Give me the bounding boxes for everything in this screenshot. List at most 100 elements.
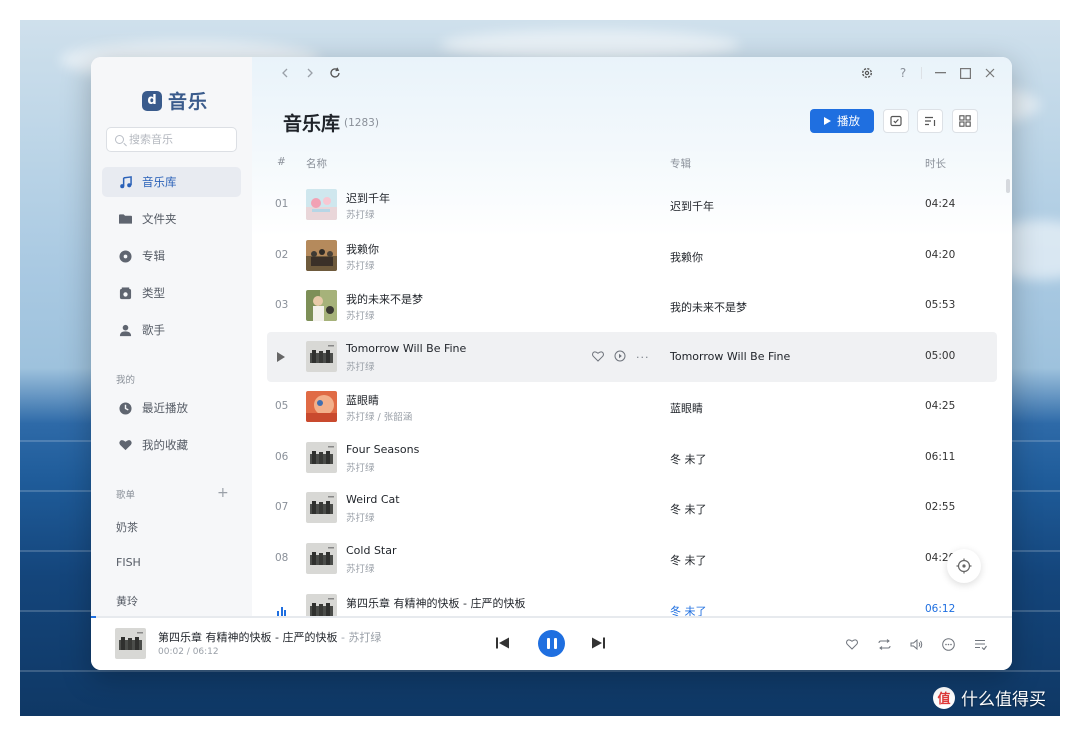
track-artist[interactable]: 苏打绿 — [346, 561, 375, 575]
track-row[interactable]: 08 Cold Star 苏打绿 冬 未了 04:20 — [267, 534, 997, 584]
maximize-icon[interactable] — [957, 65, 973, 81]
refresh-icon[interactable] — [327, 65, 343, 81]
sidebar-item-library[interactable]: 音乐库 — [102, 167, 241, 197]
sidebar-item-genres[interactable]: 类型 — [102, 278, 241, 308]
help-icon[interactable]: ? — [895, 65, 911, 81]
heart-icon — [118, 438, 132, 452]
like-heart-icon[interactable] — [592, 350, 604, 365]
column-header-name[interactable]: 名称 — [306, 156, 327, 171]
track-title: 迟到千年 — [346, 192, 390, 205]
track-album[interactable]: 冬 未了 — [670, 501, 707, 517]
track-title: 我的未来不是梦 — [346, 293, 423, 306]
track-row[interactable]: 02 我赖你 苏打绿 我赖你 04:20 — [267, 231, 997, 281]
track-album[interactable]: 冬 未了 — [670, 603, 707, 617]
page-title: 音乐库 — [283, 113, 341, 135]
playlist-queue-icon[interactable] — [972, 636, 988, 652]
column-header-duration[interactable]: 时长 — [925, 156, 946, 171]
track-duration: 05:53 — [925, 299, 956, 311]
sidebar-item-folders[interactable]: 文件夹 — [102, 204, 241, 234]
now-playing-artist[interactable]: - 苏打绿 — [337, 631, 381, 644]
more-options-icon[interactable]: ··· — [636, 351, 650, 364]
previous-track-button[interactable] — [496, 637, 510, 649]
sidebar-item-artists[interactable]: 歌手 — [102, 315, 241, 345]
now-playing-equalizer-icon — [277, 606, 286, 616]
progress-bar[interactable] — [91, 616, 1012, 618]
app-name: 音乐 — [168, 91, 209, 113]
track-artist[interactable]: 苏打绿 / 张韶涵 — [346, 409, 412, 423]
track-title: Cold Star — [346, 544, 397, 557]
now-playing-cover[interactable] — [115, 628, 146, 659]
album-disc-icon — [118, 249, 132, 263]
track-index: 07 — [275, 501, 289, 513]
playlist-item[interactable]: 黄玲 — [116, 593, 138, 609]
track-row[interactable]: 07 Weird Cat 苏打绿 冬 未了 02:55 — [267, 483, 997, 533]
next-track-button[interactable] — [591, 637, 605, 649]
track-row-hovered[interactable]: Tomorrow Will Be Fine 苏打绿 ··· Tomorrow W… — [267, 332, 997, 382]
track-row[interactable]: 05 蓝眼睛 苏打绿 / 张韶涵 蓝眼睛 04:25 — [267, 382, 997, 432]
track-album[interactable]: 冬 未了 — [670, 451, 707, 467]
next-icon — [592, 637, 605, 649]
search-input[interactable] — [129, 133, 229, 146]
search-box[interactable] — [106, 127, 237, 152]
sidebar-item-label: 音乐库 — [142, 175, 177, 189]
add-playlist-button[interactable]: + — [217, 485, 229, 501]
track-row[interactable]: 03 我的未来不是梦 苏打绿 我的未来不是梦 05:53 — [267, 281, 997, 331]
watermark-text: 什么值得买 — [961, 690, 1046, 710]
track-artist[interactable]: 苏打绿 — [346, 207, 375, 221]
back-icon[interactable] — [277, 65, 293, 81]
settings-gear-icon[interactable] — [859, 65, 875, 81]
album-cover — [306, 442, 337, 473]
list-scrollbar[interactable] — [1006, 179, 1010, 193]
batch-select-button[interactable] — [883, 109, 909, 133]
track-artist[interactable]: 苏打绿 — [346, 510, 375, 524]
crosshair-icon — [956, 558, 972, 574]
sidebar-item-recent[interactable]: 最近播放 — [102, 393, 241, 423]
track-album[interactable]: Tomorrow Will Be Fine — [670, 350, 790, 363]
sidebar-item-favorites[interactable]: 我的收藏 — [102, 430, 241, 460]
lyrics-more-icon[interactable] — [940, 636, 956, 652]
favorite-heart-icon[interactable] — [844, 636, 860, 652]
track-artist[interactable]: 苏打绿 — [346, 258, 375, 272]
search-icon — [115, 135, 124, 144]
track-index: 01 — [275, 198, 289, 210]
track-album[interactable]: 蓝眼睛 — [670, 400, 703, 416]
track-title: Four Seasons — [346, 443, 420, 456]
folder-icon — [118, 212, 132, 226]
row-play-icon[interactable] — [277, 352, 285, 362]
play-icon — [824, 117, 831, 125]
play-all-button[interactable]: 播放 — [810, 109, 874, 133]
close-icon[interactable] — [982, 65, 998, 81]
album-cover — [306, 189, 337, 220]
music-note-icon — [118, 175, 132, 189]
playlist-item[interactable]: 奶茶 — [116, 519, 138, 535]
album-cover — [306, 240, 337, 271]
track-artist[interactable]: 苏打绿 — [346, 308, 375, 322]
track-title: 第四乐章 有精神的快板 - 庄严的快板 — [346, 597, 526, 610]
album-cover — [306, 543, 337, 574]
minimize-icon[interactable] — [932, 65, 948, 81]
pause-button[interactable] — [538, 630, 565, 657]
sidebar-item-albums[interactable]: 专辑 — [102, 241, 241, 271]
track-album[interactable]: 我赖你 — [670, 249, 703, 265]
grid-view-button[interactable] — [952, 109, 978, 133]
track-row-now-playing[interactable]: 第四乐章 有精神的快板 - 庄严的快板 冬 未了 06:12 — [267, 585, 997, 617]
track-row[interactable]: 06 Four Seasons 苏打绿 冬 未了 06:11 — [267, 433, 997, 483]
column-header-album[interactable]: 专辑 — [670, 156, 691, 171]
track-album[interactable]: 冬 未了 — [670, 552, 707, 568]
album-cover — [306, 594, 337, 617]
play-next-icon[interactable] — [614, 350, 626, 365]
track-duration: 04:20 — [925, 249, 956, 261]
track-artist[interactable]: 苏打绿 — [346, 460, 375, 474]
locate-current-track-button[interactable] — [947, 549, 981, 583]
repeat-icon[interactable] — [876, 636, 892, 652]
track-artist[interactable]: 苏打绿 — [346, 359, 375, 373]
track-album[interactable]: 迟到千年 — [670, 198, 714, 214]
player-bar: 第四乐章 有精神的快板 - 庄严的快板 - 苏打绿 00:02 / 06:12 — [91, 616, 1012, 670]
forward-icon[interactable] — [302, 65, 318, 81]
track-album[interactable]: 我的未来不是梦 — [670, 299, 747, 315]
volume-icon[interactable] — [908, 636, 924, 652]
sort-button[interactable] — [917, 109, 943, 133]
column-header-index: # — [277, 156, 286, 168]
playlist-item[interactable]: FISH — [116, 556, 141, 569]
track-row[interactable]: 01 迟到千年 苏打绿 迟到千年 04:24 — [267, 180, 997, 230]
